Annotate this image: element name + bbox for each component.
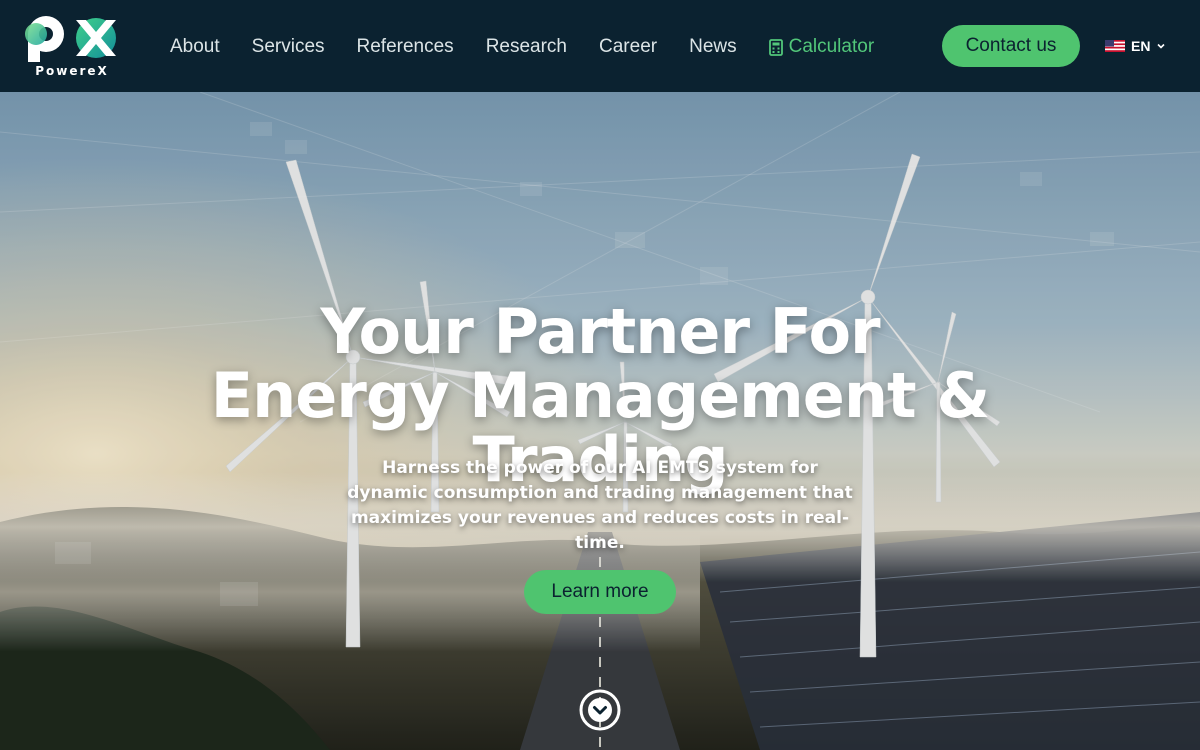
chevron-down-icon (1157, 43, 1166, 49)
nav-item-news[interactable]: News (689, 36, 737, 58)
nav-item-calculator[interactable]: Calculator (768, 36, 875, 58)
learn-more-button[interactable]: Learn more (524, 570, 676, 614)
hero-section: Your Partner For Energy Management & Tra… (0, 92, 1200, 750)
hero-subtitle: Harness the power of our AI EMTS system … (347, 458, 853, 553)
nav-item-references[interactable]: References (357, 36, 454, 58)
language-code: EN (1131, 38, 1151, 54)
logo-wordmark: PowereX (35, 64, 109, 78)
nav-item-career[interactable]: Career (599, 36, 657, 58)
powerex-logo[interactable]: PowereX (20, 14, 120, 80)
contact-us-button[interactable]: Contact us (942, 25, 1080, 67)
language-selector[interactable]: EN (1105, 37, 1166, 55)
site-header: PowereX About Services References Resear… (0, 0, 1200, 92)
nav-item-services[interactable]: Services (252, 36, 325, 58)
main-nav: About Services References Research Caree… (170, 32, 906, 62)
calculator-label: Calculator (788, 36, 875, 57)
us-flag-icon (1105, 40, 1125, 52)
nav-item-research[interactable]: Research (486, 36, 567, 58)
logo-mark-icon (25, 16, 116, 62)
chevron-down-circle-icon[interactable] (578, 688, 622, 732)
nav-item-about[interactable]: About (170, 36, 220, 58)
calculator-icon (768, 38, 783, 56)
